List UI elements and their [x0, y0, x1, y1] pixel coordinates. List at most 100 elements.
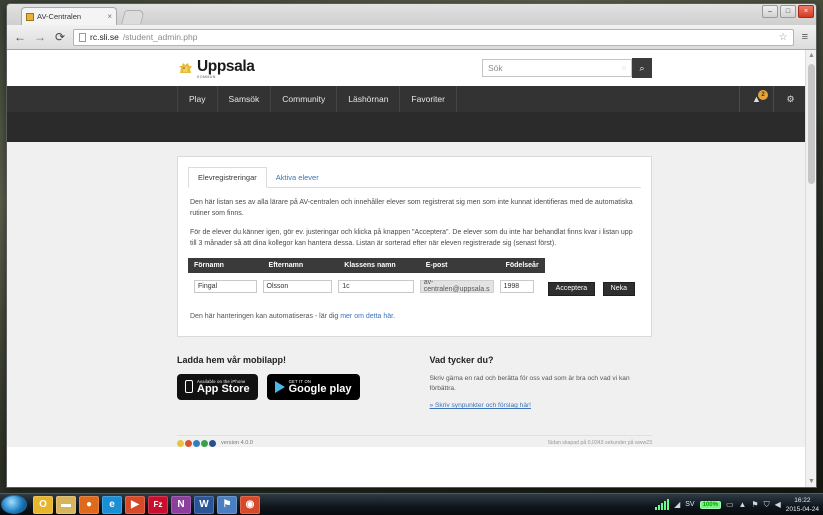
column-header-fodelsear: Födelseår	[499, 258, 545, 273]
table-row: Fingal Olsson 1c av-centralen@uppsala.s	[188, 273, 641, 300]
nav-item-samsok[interactable]: Samsök	[218, 86, 272, 112]
tab-aktiva-elever[interactable]: Aktiva elever	[267, 168, 328, 187]
site-logo[interactable]: Uppsala KOMMUN	[177, 58, 255, 79]
language-indicator[interactable]: SV	[685, 501, 694, 508]
page-info-icon[interactable]	[79, 32, 86, 42]
minimize-button[interactable]: –	[762, 5, 778, 18]
tab-elevregistreringar[interactable]: Elevregistreringar	[188, 167, 267, 188]
taskbar-firefox-icon[interactable]: ●	[79, 495, 99, 514]
search-icon: ⌕	[639, 62, 645, 73]
automation-note-text: Den här hanteringen kan automatiseras - …	[190, 312, 341, 320]
mobile-app-heading: Ladda hem vår mobilapp!	[177, 354, 287, 365]
system-tray: ◢ SV 100% ▭ ▲ ⚑ ⛉ ◀ 16:22 2015-04-24	[655, 496, 823, 514]
column-header-efternamn: Efternamn	[262, 258, 339, 273]
cell-fodelsear: 1998	[499, 273, 545, 300]
column-header-klass: Klassens namn	[338, 258, 420, 273]
tray-expand-arrow-icon[interactable]: ▲	[739, 500, 747, 509]
taskbar-outlook-icon[interactable]: O	[33, 495, 53, 514]
taskbar-onenote-icon[interactable]: N	[171, 495, 191, 514]
header-band	[7, 112, 807, 142]
automation-note-end: .	[393, 312, 396, 320]
version-dots-icon	[177, 439, 216, 447]
store-badges: Available on the iPhone App Store GET IT…	[177, 373, 400, 400]
taskbar-internet-explorer-icon[interactable]: e	[102, 495, 122, 514]
forward-icon[interactable]: →	[33, 30, 47, 44]
search-placeholder: Sök	[488, 63, 503, 73]
web-page: Uppsala KOMMUN Sök ○ ⌕ Play Samsök Commu…	[7, 50, 807, 447]
reload-icon[interactable]: ⟳	[53, 30, 67, 44]
fodelsear-input[interactable]: 1998	[499, 279, 534, 293]
scroll-down-arrow[interactable]: ▼	[808, 478, 815, 485]
taskbar-icons: O ▬ ● e ▶ Fz N W ⚑ ◉	[33, 495, 260, 514]
column-header-epost: E-post	[419, 258, 500, 273]
cell-klass: 1c	[338, 273, 419, 300]
page-scrollbar-thumb[interactable]	[808, 64, 815, 184]
action-flag-icon[interactable]: ⚑	[751, 500, 758, 509]
google-play-icon	[274, 380, 285, 393]
version-label: version 4.0.0	[221, 440, 254, 447]
volume-icon[interactable]: ◀	[775, 500, 781, 509]
taskbar-pin-tool-icon[interactable]: ⚑	[217, 495, 237, 514]
iphone-icon	[185, 380, 193, 393]
notifications-button[interactable]: ▲ 2	[739, 86, 773, 112]
nav-item-favoriter[interactable]: Favoriter	[400, 86, 457, 112]
signal-strength-icon[interactable]	[655, 499, 670, 510]
close-tab-icon[interactable]: ×	[107, 12, 112, 21]
back-icon[interactable]: ←	[13, 30, 27, 44]
efternamn-input[interactable]: Olsson	[262, 279, 333, 293]
battery-indicator[interactable]: 100%	[699, 500, 721, 509]
close-window-button[interactable]: ×	[798, 5, 814, 18]
page-scrollbar[interactable]: ▲ ▼	[805, 50, 816, 487]
card-tabs: Elevregistreringar Aktiva elever	[188, 167, 641, 188]
windows-taskbar: O ▬ ● e ▶ Fz N W ⚑ ◉ ◢ SV 100% ▭ ▲ ⚑ ⛉ ◀…	[0, 493, 823, 515]
window-controls: – □ ×	[762, 5, 814, 18]
address-bar[interactable]: rc.sli.se/student_admin.php ☆	[73, 28, 794, 46]
browser-tab[interactable]: AV-Centralen ×	[21, 7, 117, 25]
show-desktop-icon[interactable]: ▭	[726, 500, 734, 509]
google-play-large-text: Google play	[288, 382, 352, 395]
start-button[interactable]	[1, 495, 27, 514]
neka-button[interactable]: Neka	[602, 281, 635, 296]
below-sections: Ladda hem vår mobilapp! Available on the…	[177, 355, 652, 409]
automation-note-link[interactable]: mer om detta här	[340, 313, 393, 320]
intro-paragraph-1: Den här listan ses av alla lärare på AV-…	[190, 199, 633, 217]
taskbar-chrome-icon[interactable]: ◉	[240, 495, 260, 514]
bookmark-star-icon[interactable]: ☆	[779, 32, 788, 43]
taskbar-explorer-icon[interactable]: ▬	[56, 495, 76, 514]
nav-item-community[interactable]: Community	[271, 86, 338, 112]
klass-input[interactable]: 1c	[338, 279, 414, 293]
feedback-link[interactable]: » Skriv synpunkter och förslag här!	[430, 402, 653, 409]
taskbar-word-icon[interactable]: W	[194, 495, 214, 514]
cell-efternamn: Olsson	[262, 273, 339, 300]
acceptera-button[interactable]: Acceptera	[547, 281, 596, 296]
browser-menu-icon[interactable]: ≡	[800, 31, 810, 43]
network-icon[interactable]: ◢	[674, 500, 680, 509]
nav-item-play[interactable]: Play	[177, 86, 218, 112]
table-header-row: Förnamn Efternamn Klassens namn E-post F…	[188, 258, 641, 273]
column-header-fornamn: Förnamn	[188, 258, 263, 273]
app-store-badge[interactable]: Available on the iPhone App Store	[177, 373, 258, 400]
settings-button[interactable]: ⚙	[773, 86, 807, 112]
nav-item-lashornan[interactable]: Läshörnan	[337, 86, 401, 112]
intro-paragraph-2: För de elever du känner igen, gör ev. ju…	[190, 229, 633, 247]
maximize-button[interactable]: □	[780, 5, 796, 18]
logo-subtext: KOMMUN	[197, 74, 216, 79]
browser-tab-strip: AV-Centralen × – □ ×	[7, 4, 816, 25]
cell-fornamn: Fingal	[188, 273, 263, 300]
fornamn-input[interactable]: Fingal	[194, 279, 257, 293]
new-tab-button[interactable]	[121, 10, 145, 24]
search-input[interactable]: Sök ○	[482, 59, 632, 77]
search-button[interactable]: ⌕	[632, 58, 652, 78]
scroll-up-arrow[interactable]: ▲	[808, 52, 815, 59]
logo-text: Uppsala	[197, 57, 255, 75]
clock-time: 16:22	[794, 496, 811, 504]
taskbar-clock[interactable]: 16:22 2015-04-24	[786, 496, 819, 514]
feedback-text: Skriv gärna en rad och berätta för oss v…	[429, 374, 630, 392]
cell-epost: av-centralen@uppsala.s	[419, 273, 500, 300]
taskbar-filezilla-icon[interactable]: Fz	[148, 495, 168, 514]
site-header: Uppsala KOMMUN Sök ○ ⌕	[7, 50, 807, 86]
google-play-badge[interactable]: GET IT ON Google play	[266, 373, 360, 400]
security-shield-icon[interactable]: ⛉	[764, 500, 770, 510]
clear-search-icon[interactable]: ○	[622, 65, 626, 72]
taskbar-media-player-icon[interactable]: ▶	[125, 495, 145, 514]
